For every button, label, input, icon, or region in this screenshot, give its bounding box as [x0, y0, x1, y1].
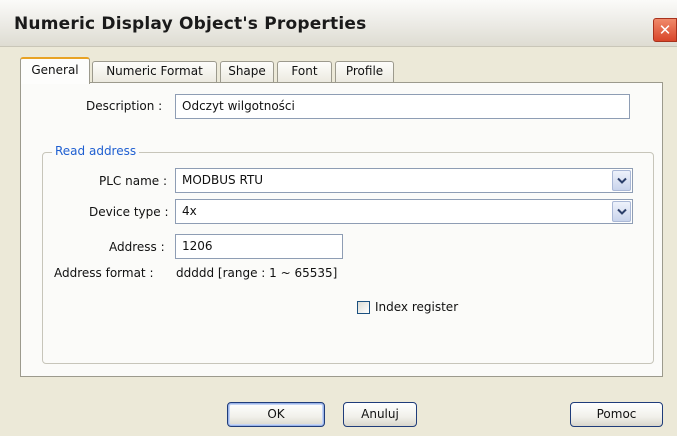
plc-name-select[interactable]: MODBUS RTU	[175, 168, 633, 193]
tab-profile[interactable]: Profile	[335, 61, 394, 82]
plc-name-value: MODBUS RTU	[182, 173, 264, 187]
index-register-label[interactable]: Index register	[375, 300, 458, 314]
device-type-value: 4x	[182, 204, 197, 218]
window-title: Numeric Display Object's Properties	[14, 14, 367, 34]
tab-general[interactable]: General	[20, 57, 90, 84]
help-button[interactable]: Pomoc	[570, 402, 663, 427]
chevron-down-icon	[617, 208, 627, 215]
read-address-group-title: Read address	[52, 144, 140, 158]
tab-font[interactable]: Font	[277, 61, 332, 82]
device-type-select[interactable]: 4x	[175, 199, 633, 224]
chevron-down-icon	[617, 177, 627, 184]
plc-name-dropdown-button[interactable]	[612, 170, 631, 191]
index-register-checkbox[interactable]	[357, 301, 370, 314]
address-format-label: Address format :	[54, 266, 154, 280]
device-type-label: Device type :	[89, 205, 169, 219]
address-format-value: ddddd [range : 1 ~ 65535]	[176, 266, 338, 280]
plc-name-label: PLC name :	[99, 174, 168, 188]
description-label: Description :	[86, 99, 163, 113]
close-button[interactable]: ✕	[653, 18, 677, 42]
tab-numeric-format[interactable]: Numeric Format	[92, 61, 217, 82]
tab-shape[interactable]: Shape	[220, 61, 274, 82]
cancel-button[interactable]: Anuluj	[343, 402, 417, 427]
address-label: Address :	[109, 240, 165, 254]
device-type-dropdown-button[interactable]	[612, 201, 631, 222]
ok-button[interactable]: OK	[227, 402, 325, 427]
title-bar: Numeric Display Object's Properties ✕	[0, 0, 677, 47]
close-icon: ✕	[658, 21, 672, 39]
address-field[interactable]: 1206	[175, 234, 343, 259]
description-field[interactable]: Odczyt wilgotności	[175, 94, 630, 119]
